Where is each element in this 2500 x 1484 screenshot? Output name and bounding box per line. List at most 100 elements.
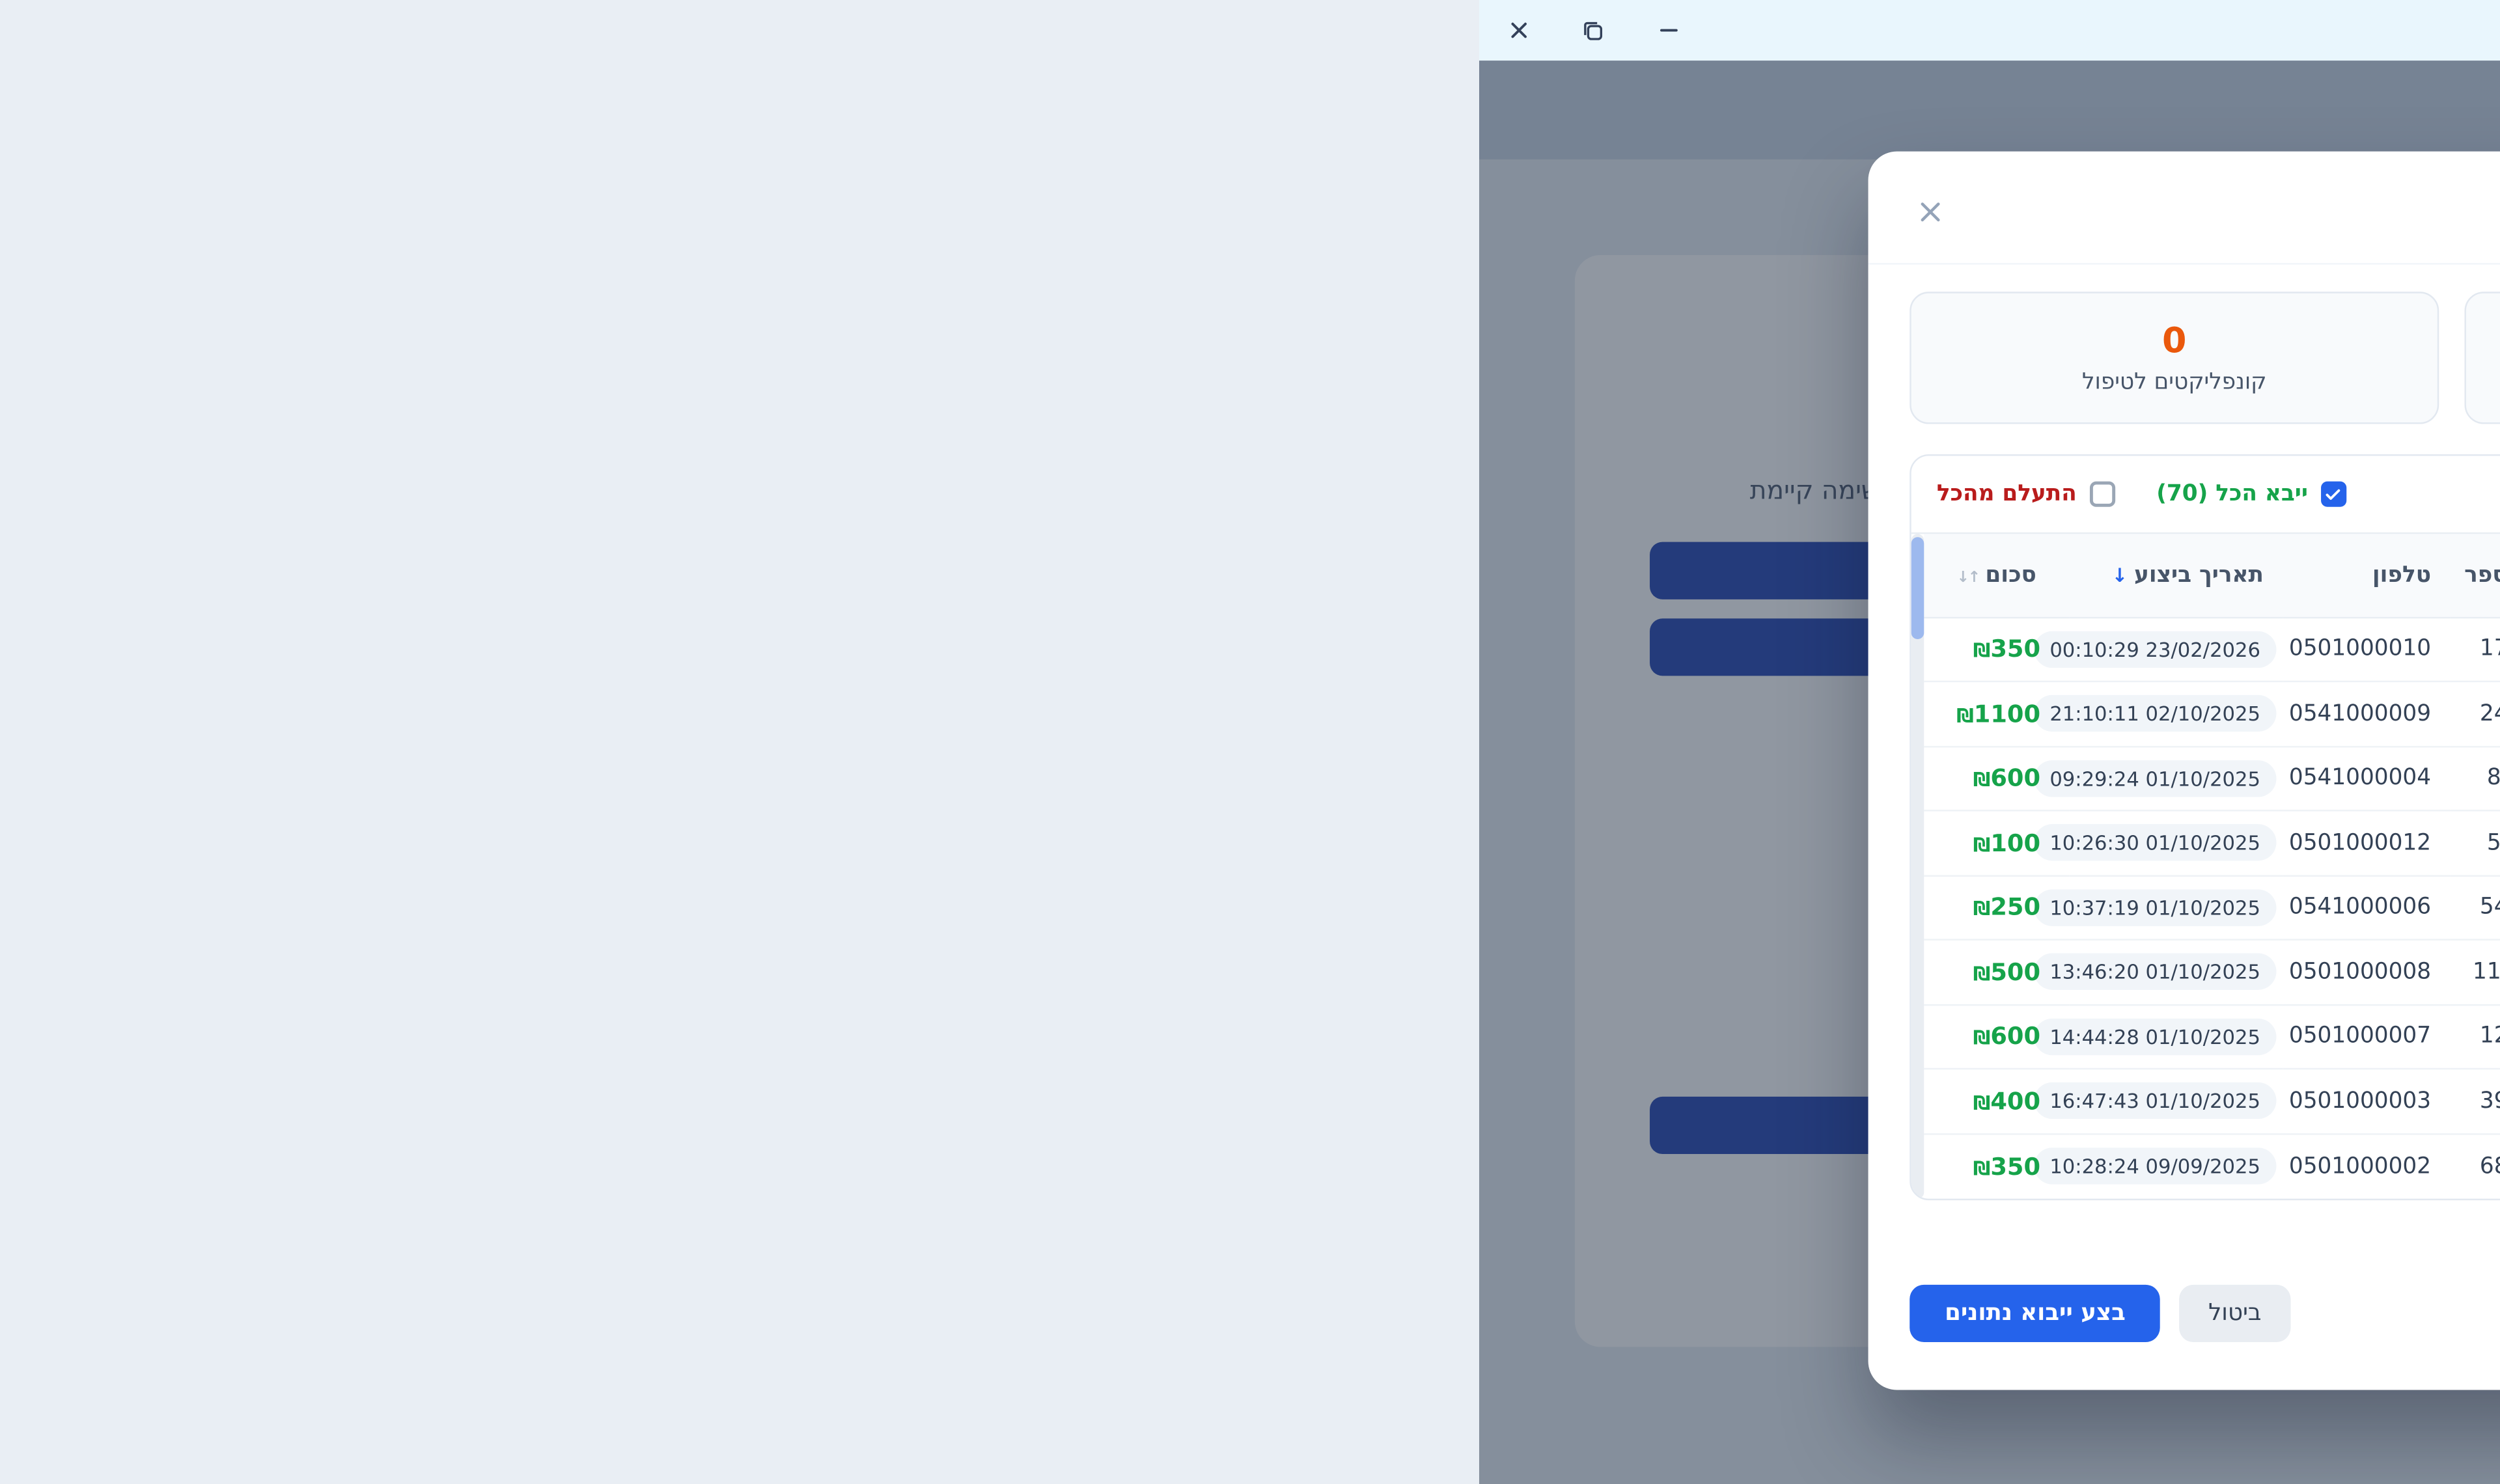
table-row: 100000363 שלום סויסה ירושלים שמגר 24 054… (1924, 681, 2500, 746)
dialog-footer: סה"כ 70 רשומות מסומנות לייבוא מתוך 70 בי… (1868, 1285, 2500, 1390)
new-donors-list-panel: רשימת תורמים חדשים שייווספו למערכת ייבא … (1910, 454, 2500, 1200)
stat-label: קונפליקטים לטיפול (2082, 369, 2266, 394)
column-header-number[interactable]: מספר (2450, 534, 2500, 616)
shekel-icon: ₪ (1973, 640, 1991, 662)
row-amount-cell: ₪350 (1924, 617, 2069, 681)
window-minimize-button[interactable] (1654, 17, 1682, 44)
row-amount-cell: ₪600 (1924, 746, 2069, 810)
table-row: 100000827 פיני גרין ראשון לציון ביאליק 1… (1924, 1004, 2500, 1069)
row-date-cell: 10:26:30 01/10/2025 (2069, 810, 2283, 875)
row-number-cell: 39 (2450, 1069, 2500, 1133)
sort-icon[interactable]: ↑↓ (1957, 569, 1979, 586)
shekel-icon: ₪ (1956, 704, 1974, 726)
shekel-icon: ₪ (1973, 769, 1991, 791)
row-number-cell: 24 (2450, 681, 2500, 746)
table-scrollbar-thumb[interactable] (1911, 537, 1924, 639)
column-header-phone[interactable]: טלפון (2283, 534, 2450, 616)
donors-table-area: ייבא דלג ת.ז. שם פרטי↑↓ שם משפחה↑↓ עיר↑↓… (1911, 532, 2500, 1198)
column-header-date[interactable]: תאריך ביצוע ↓ (2069, 534, 2283, 616)
row-number-cell: 5 (2450, 810, 2500, 875)
table-row: 100000579 ידידיה טולדנו חולון וייצמן 54 … (1924, 875, 2500, 939)
table-header-row: ייבא דלג ת.ז. שם פרטי↑↓ שם משפחה↑↓ עיר↑↓… (1924, 534, 2500, 616)
row-phone-cell: 0501000007 (2283, 1004, 2450, 1069)
table-row: 100000611 דוד פרידמן בני ברק רמב"ם 8 054… (1924, 746, 2500, 810)
footer-buttons: ביטול בצע ייבוא נתונים (1910, 1285, 2290, 1342)
import-stats-row: 70 תורמים חדשים 0 עדכונים בטוחים 0 קונפל… (1910, 292, 2500, 424)
table-row: 100000447 איתן זילברמן ראשון לציון רוטשי… (1924, 940, 2500, 1004)
table-row: 100000819 בן לביא הרצליה בן גוריון 17 05… (1924, 617, 2500, 681)
date-pill: 13:46:20 01/10/2025 (2034, 954, 2277, 990)
window-controls (1505, 17, 1682, 44)
row-number-cell: 8 (2450, 746, 2500, 810)
date-pill: 10:37:19 01/10/2025 (2034, 889, 2277, 926)
execute-import-button[interactable]: בצע ייבוא נתונים (1910, 1285, 2160, 1342)
row-date-cell: 09:29:24 01/10/2025 (2069, 746, 2283, 810)
dialog-header: אישור ייבוא נתונים (1868, 152, 2500, 265)
date-pill: 00:10:29 23/02/2026 (2034, 631, 2277, 667)
row-phone-cell: 0501000003 (2283, 1069, 2450, 1133)
row-amount-cell: ₪600 (1924, 1004, 2069, 1069)
shekel-icon: ₪ (1973, 963, 1991, 985)
column-label: תאריך ביצוע (2134, 562, 2264, 588)
shekel-icon: ₪ (1973, 898, 1991, 920)
table-scrollbar[interactable] (1911, 534, 1924, 1198)
shekel-icon: ₪ (1973, 1092, 1991, 1114)
import-all-label: ייבא הכל (70) (2156, 482, 2308, 507)
row-phone-cell: 0541000004 (2283, 746, 2450, 810)
row-amount-cell: ₪400 (1924, 1069, 2069, 1133)
shekel-icon: ₪ (1973, 1027, 1991, 1049)
row-number-cell: 54 (2450, 875, 2500, 939)
shekel-icon: ₪ (1973, 833, 1991, 855)
list-header: רשימת תורמים חדשים שייווספו למערכת ייבא … (1911, 456, 2500, 532)
checkbox-unchecked[interactable] (2089, 482, 2115, 507)
row-date-cell: 21:10:11 02/10/2025 (2069, 681, 2283, 746)
date-pill: 16:47:43 01/10/2025 (2034, 1082, 2277, 1119)
row-number-cell: 112 (2450, 940, 2500, 1004)
checkbox-checked[interactable] (2321, 482, 2346, 507)
date-pill: 10:28:24 09/09/2025 (2034, 1147, 2277, 1184)
date-pill: 21:10:11 02/10/2025 (2034, 695, 2277, 732)
row-amount-cell: ₪250 (1924, 875, 2069, 939)
import-confirmation-dialog: אישור ייבוא נתונים 70 תורמים חדשים 0 עדכ… (1868, 152, 2500, 1390)
row-date-cell: 00:10:29 23/02/2026 (2069, 617, 2283, 681)
titlebar: ת"ת ORGANIZER Organizer ת"ת PRO מחובר (1479, 0, 2500, 61)
row-phone-cell: 0501000002 (2283, 1133, 2450, 1198)
stat-card-safe-updates: 0 עדכונים בטוחים (2464, 292, 2500, 424)
close-icon[interactable] (1913, 195, 1948, 230)
row-number-cell: 12 (2450, 1004, 2500, 1069)
row-phone-cell: 0541000006 (2283, 875, 2450, 939)
window-restore-button[interactable] (1579, 17, 1607, 44)
donors-table: ייבא דלג ת.ז. שם פרטי↑↓ שם משפחה↑↓ עיר↑↓… (1924, 534, 2500, 1198)
sort-desc-icon[interactable]: ↓ (2112, 564, 2128, 586)
row-amount-cell: ₪350 (1924, 1133, 2069, 1198)
import-all-checkbox[interactable]: ייבא הכל (70) (2156, 482, 2346, 507)
row-phone-cell: 0501000012 (2283, 810, 2450, 875)
row-date-cell: 10:37:19 01/10/2025 (2069, 875, 2283, 939)
date-pill: 14:44:28 01/10/2025 (2034, 1018, 2277, 1054)
column-header-amount[interactable]: סכום ↑↓ (1924, 534, 2069, 616)
row-phone-cell: 0501000010 (2283, 617, 2450, 681)
row-number-cell: 17 (2450, 617, 2500, 681)
window-close-button[interactable] (1505, 17, 1532, 44)
row-date-cell: 13:46:20 01/10/2025 (2069, 940, 2283, 1004)
ignore-all-checkbox[interactable]: התעלם מהכל (1937, 482, 2115, 507)
date-pill: 10:26:30 01/10/2025 (2034, 825, 2277, 861)
cancel-button[interactable]: ביטול (2180, 1285, 2290, 1342)
row-date-cell: 14:44:28 01/10/2025 (2069, 1004, 2283, 1069)
row-amount-cell: ₪100 (1924, 810, 2069, 875)
table-row: 100000645 אביגדור רוטשטיין פתח תקווה הרצ… (1924, 1133, 2500, 1198)
stat-card-conflicts: 0 קונפליקטים לטיפול (1910, 292, 2439, 424)
shekel-icon: ₪ (1973, 1157, 1991, 1179)
row-amount-cell: ₪500 (1924, 940, 2069, 1004)
table-row: 100000082 בני אסולין הרצליה יגאל אלון 39… (1924, 1069, 2500, 1133)
row-phone-cell: 0541000009 (2283, 681, 2450, 746)
row-amount-cell: ₪1100 (1924, 681, 2069, 746)
app-window: ת"ת ORGANIZER Organizer ת"ת PRO מחובר תו… (1479, 0, 2500, 1484)
row-date-cell: 10:28:24 09/09/2025 (2069, 1133, 2283, 1198)
table-row: 100000058 מנחם קולדצקי ירושלים צפניה 5 0… (1924, 810, 2500, 875)
row-number-cell: 68 (2450, 1133, 2500, 1198)
row-date-cell: 16:47:43 01/10/2025 (2069, 1069, 2283, 1133)
row-phone-cell: 0501000008 (2283, 940, 2450, 1004)
column-label: סכום (1985, 562, 2036, 588)
stat-value: 0 (2162, 321, 2187, 361)
